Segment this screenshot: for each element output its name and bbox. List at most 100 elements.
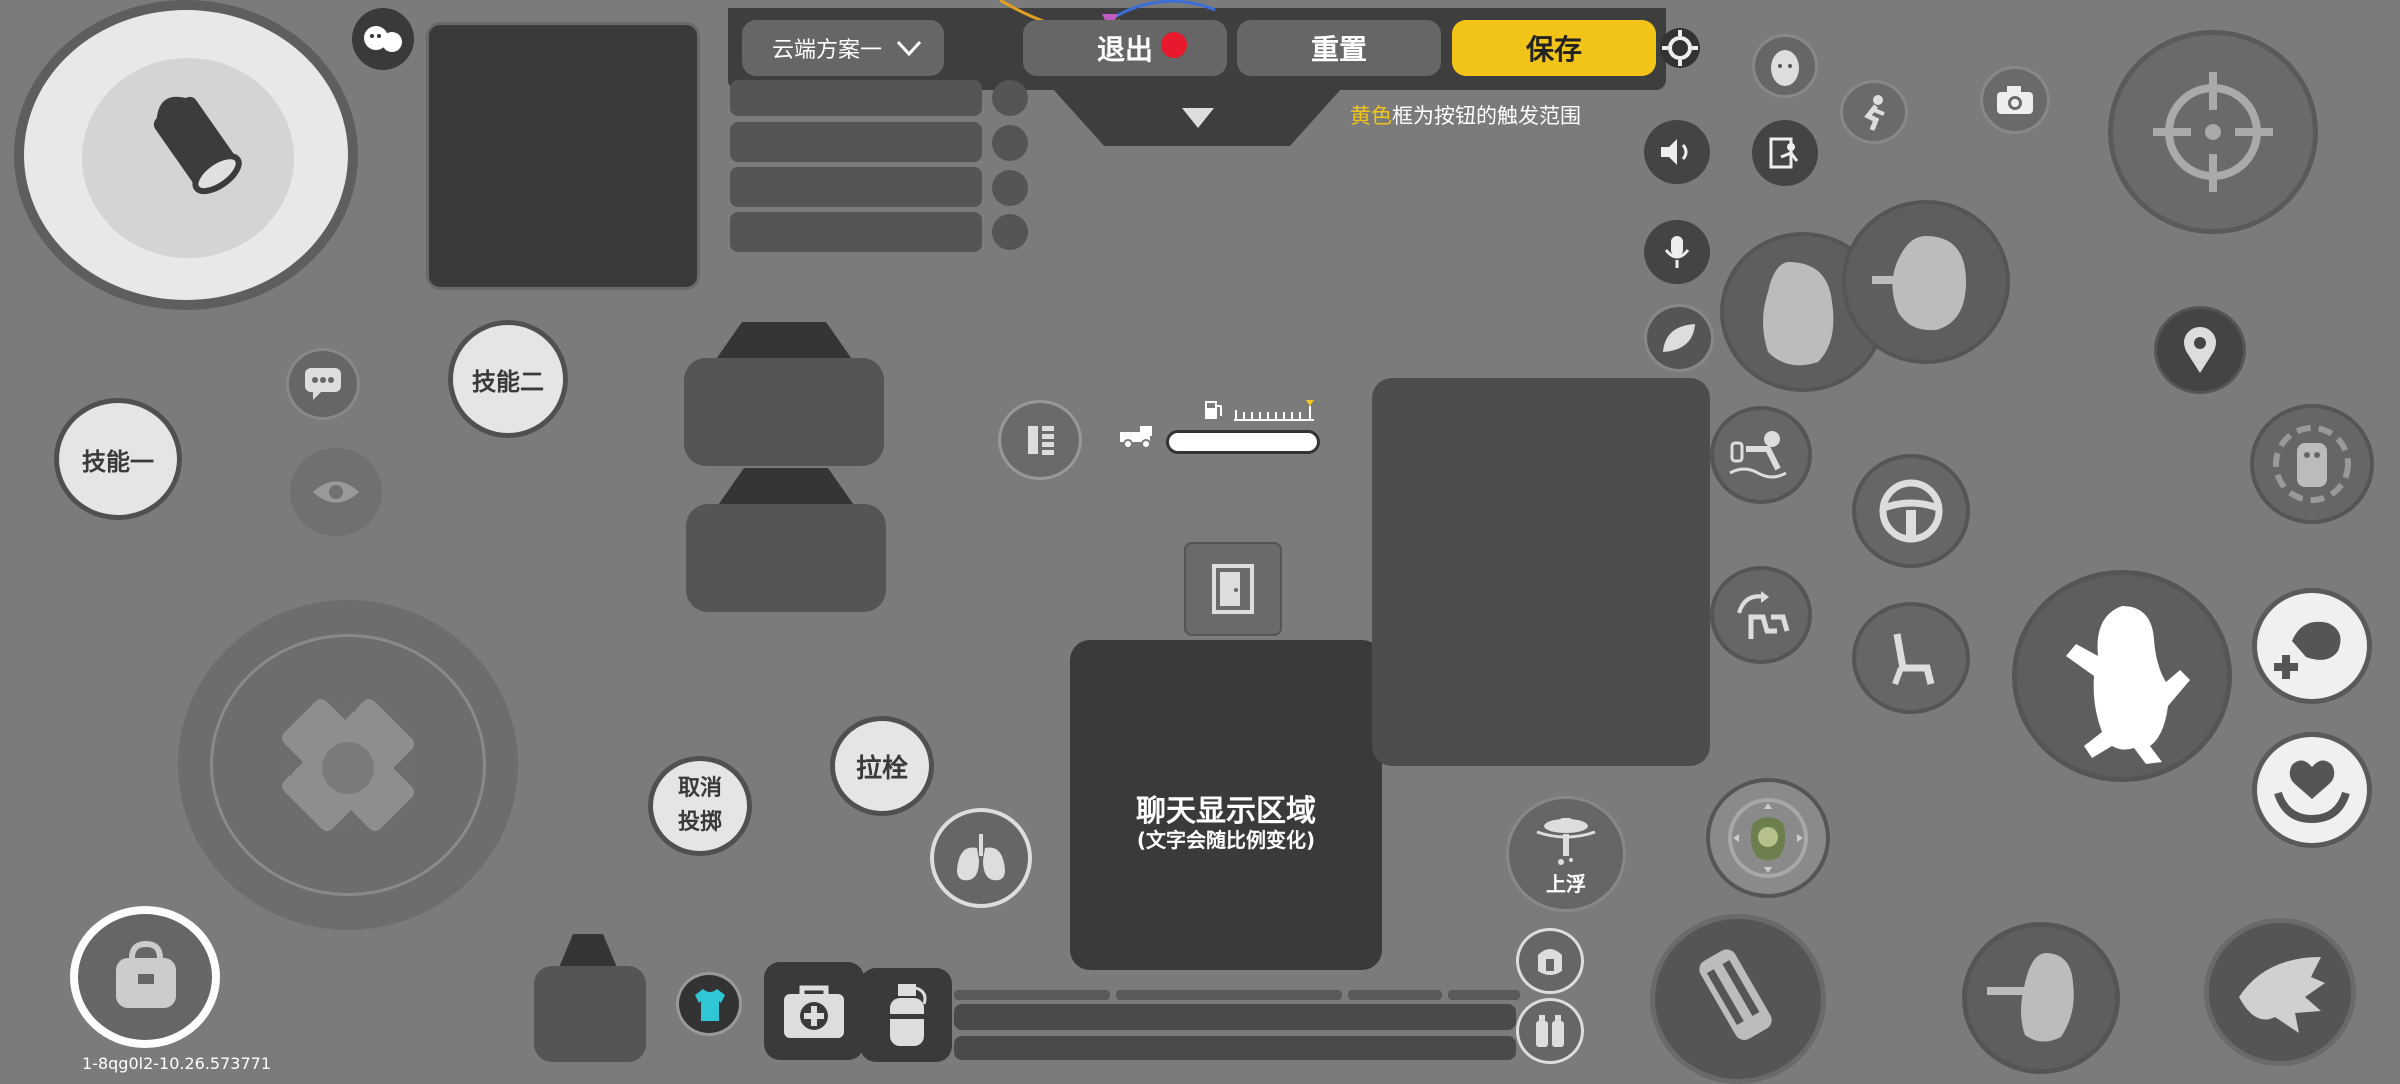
rescue-button[interactable]: [2252, 588, 2372, 704]
team-bar-1: [730, 80, 982, 116]
team-bar-2: [730, 122, 982, 162]
special-weapon-icon: [2239, 957, 2325, 1033]
skill-one-button[interactable]: 技能一: [54, 398, 182, 520]
cancel-throw-button[interactable]: 取消 投掷: [648, 756, 752, 856]
eye-icon: [313, 481, 359, 503]
minimap-area[interactable]: [426, 22, 700, 290]
lean-left-button[interactable]: [684, 358, 884, 466]
settings-gear-icon[interactable]: [1656, 24, 1704, 72]
team-dot-4: [992, 214, 1028, 250]
reset-button[interactable]: 重置: [1237, 20, 1441, 76]
crosshair-icon: [2153, 72, 2273, 192]
reset-label: 重置: [1310, 33, 1367, 66]
armor-slot-button[interactable]: [676, 972, 742, 1036]
location-pin-button[interactable]: [2154, 306, 2246, 394]
hint-text: 黄色框为按钮的触发范围: [1350, 100, 1581, 130]
exit-label: 退出: [1096, 33, 1153, 66]
crouch-figure-icon: [1763, 262, 1834, 366]
team-bar-3: [730, 167, 982, 207]
change-seat-icon: [1737, 591, 1790, 639]
movement-joystick[interactable]: [178, 600, 518, 930]
float-up-label: 上浮: [1546, 871, 1586, 896]
speaker-icon: [1661, 139, 1688, 165]
swimmer-icon: [1536, 817, 1596, 865]
supplies-bottles-icon: [1536, 1015, 1564, 1047]
melee-weapon-icon: [1699, 949, 1772, 1040]
version-text: 1-8qg0l2-10.26.573771: [82, 1054, 271, 1073]
ammo-clip-icon: [1028, 426, 1054, 455]
leaf-icon: [1663, 324, 1695, 352]
peek-eye-button[interactable]: [290, 448, 382, 536]
revive-hands-icon: [2274, 760, 2350, 824]
crouch-button[interactable]: [534, 966, 646, 1062]
jumping-figure-icon: [2066, 606, 2190, 764]
supplies-button[interactable]: [1516, 998, 1584, 1064]
steering-wheel-button[interactable]: [1852, 454, 1970, 568]
runner-icon: [1864, 95, 1885, 131]
camera-button[interactable]: [1980, 66, 2050, 134]
bullet-icon: [153, 96, 242, 195]
medkit-icon: [784, 985, 844, 1038]
chat-area-subtitle: (文字会随比例变化): [1136, 828, 1316, 852]
weapon-slot-melee[interactable]: [1650, 914, 1826, 1084]
save-label: 保存: [1525, 33, 1582, 66]
smoke-grenade-icon: [1728, 798, 1808, 878]
save-button[interactable]: 保存: [1452, 20, 1656, 76]
medkit-button[interactable]: [764, 962, 864, 1060]
door-button[interactable]: [1184, 542, 1282, 636]
seat-button[interactable]: [1852, 602, 1970, 714]
hud-thin-bar-1: [954, 990, 1110, 1000]
shooter-figure-icon: [1872, 236, 1966, 331]
weapon-slot-special[interactable]: [2204, 918, 2356, 1066]
speaker-button[interactable]: [1644, 120, 1710, 184]
fire-button[interactable]: [14, 0, 358, 310]
swim-button[interactable]: [1710, 406, 1812, 504]
character-face-button[interactable]: [1752, 34, 1818, 98]
rifle-soldier-icon: [1987, 953, 2074, 1042]
emote-button[interactable]: [352, 8, 414, 70]
gas-mask-icon: [1538, 949, 1562, 975]
leaf-button[interactable]: [1644, 304, 1714, 372]
revive-button[interactable]: [2252, 732, 2372, 848]
door-icon: [1212, 564, 1254, 614]
dpad-icon: [280, 698, 416, 832]
rescue-icon: [2274, 621, 2341, 679]
chat-bubble-button[interactable]: [286, 348, 360, 420]
hud-thin-bar-4: [1448, 990, 1520, 1000]
ammo-mode-button[interactable]: [998, 400, 1082, 480]
float-up-button[interactable]: 上浮: [1506, 796, 1626, 912]
grenade-button[interactable]: [860, 968, 952, 1062]
backpack-button[interactable]: [70, 906, 220, 1048]
sprint-button[interactable]: [1840, 80, 1908, 144]
chevron-down-icon[interactable]: [1180, 106, 1216, 130]
chevron-down-icon: [896, 40, 922, 57]
scheme-dropdown[interactable]: 云端方案一: [742, 20, 944, 76]
hud-thin-bar-2: [1116, 990, 1342, 1000]
hold-breath-button[interactable]: [930, 808, 1032, 908]
exit-button[interactable]: 退出: [1023, 20, 1227, 76]
chat-display-area: 聊天显示区域 (文字会随比例变化): [1070, 640, 1382, 970]
team-dot-1: [992, 80, 1028, 116]
gas-mask-button[interactable]: [1516, 928, 1584, 994]
aim-crosshair-button[interactable]: [2108, 30, 2318, 234]
vehicle-health-bar: [1166, 430, 1320, 454]
grenade-icon: [890, 984, 927, 1046]
lean-right-button[interactable]: [686, 504, 886, 612]
mecha-skill-button[interactable]: [2250, 404, 2374, 524]
chat-bubble-icon: [305, 368, 341, 400]
pull-bolt-button[interactable]: 拉栓: [830, 716, 934, 816]
jump-button[interactable]: [2012, 570, 2232, 782]
change-seat-button[interactable]: [1710, 566, 1812, 664]
weapon-slot-rifle[interactable]: [1962, 922, 2120, 1074]
armor-shirt-icon: [695, 989, 725, 1021]
exit-vehicle-button[interactable]: [1752, 120, 1818, 186]
character-face-icon: [1771, 50, 1799, 86]
scope-area[interactable]: [1372, 378, 1710, 766]
cancel-throw-line1: 取消: [677, 776, 722, 801]
throwable-selector[interactable]: [1706, 778, 1830, 898]
aim-shoot-button[interactable]: [1842, 200, 2010, 364]
skill-one-label: 技能一: [82, 447, 154, 476]
vehicle-icon: [1120, 426, 1152, 449]
microphone-button[interactable]: [1644, 220, 1710, 284]
skill-two-button[interactable]: 技能二: [448, 320, 568, 438]
